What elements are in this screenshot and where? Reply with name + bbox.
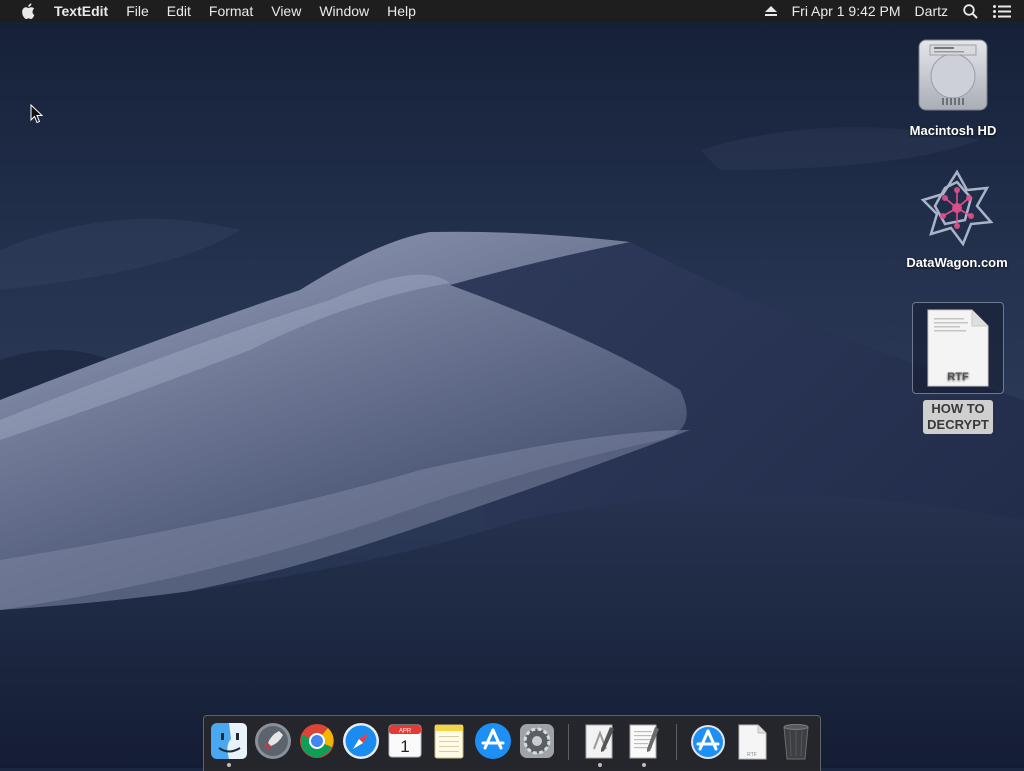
dock-finder[interactable] xyxy=(209,721,249,761)
apple-menu-icon[interactable] xyxy=(18,0,38,22)
dock-launchpad[interactable] xyxy=(253,721,293,761)
dock-rtf-file[interactable]: RTF xyxy=(732,721,772,761)
calendar-icon: APR 1 xyxy=(388,724,422,758)
running-indicator xyxy=(227,763,231,767)
notes-icon xyxy=(434,724,464,759)
desktop-icon-how-to-decrypt[interactable]: RTF HOW TO DECRYPT xyxy=(910,302,1006,434)
safari-icon xyxy=(343,723,379,759)
chrome-icon xyxy=(300,724,334,758)
eject-icon[interactable] xyxy=(764,0,778,22)
trash-icon xyxy=(783,724,809,760)
menu-app-name[interactable]: TextEdit xyxy=(44,0,117,22)
dock-textedit[interactable] xyxy=(624,721,664,761)
rtf-file-badge: RTF xyxy=(747,752,757,758)
desktop-icon-label: DataWagon.com xyxy=(906,255,1008,270)
dock-safari[interactable] xyxy=(341,721,381,761)
script-editor-icon xyxy=(585,724,614,759)
calendar-day: 1 xyxy=(400,737,409,756)
dock: APR 1 RTF xyxy=(203,715,821,771)
mouse-pointer-icon xyxy=(30,104,44,124)
menu-view[interactable]: View xyxy=(262,0,310,22)
dock-separator xyxy=(676,724,677,760)
rtf-document-icon: RTF xyxy=(927,309,989,387)
menu-window[interactable]: Window xyxy=(310,0,378,22)
running-indicator xyxy=(598,763,602,767)
finder-icon xyxy=(211,723,247,759)
app-store-icon xyxy=(475,723,511,759)
desktop-icon-datawagon[interactable]: DataWagon.com xyxy=(897,168,1017,270)
desktop-wallpaper xyxy=(0,0,1024,768)
applications-folder-icon xyxy=(691,725,725,759)
menubar-clock[interactable]: Fri Apr 1 9:42 PM xyxy=(792,3,901,19)
notification-center-icon[interactable] xyxy=(992,0,1012,22)
menu-edit[interactable]: Edit xyxy=(158,0,200,22)
textedit-icon xyxy=(629,724,659,759)
dock-trash[interactable] xyxy=(776,721,816,761)
calendar-month: APR xyxy=(399,729,412,735)
rtf-file-icon: RTF xyxy=(738,724,767,760)
dock-applications[interactable] xyxy=(688,721,728,761)
running-indicator xyxy=(642,763,646,767)
rtf-badge: RTF xyxy=(947,371,969,383)
dock-calendar[interactable]: APR 1 xyxy=(385,721,425,761)
desktop-icon-macintosh-hd[interactable]: Macintosh HD xyxy=(897,36,1009,138)
desktop-icon-label: HOW TO DECRYPT xyxy=(923,400,993,434)
dock-script-editor[interactable] xyxy=(580,721,620,761)
desktop-icon-label: Macintosh HD xyxy=(909,123,997,138)
selection-highlight: RTF xyxy=(912,302,1004,394)
hard-drive-icon xyxy=(918,39,988,111)
dock-separator xyxy=(568,724,569,760)
system-preferences-icon xyxy=(520,724,554,758)
menubar-user[interactable]: Dartz xyxy=(915,3,948,19)
spotlight-search-icon[interactable] xyxy=(960,0,980,22)
dock-app-store[interactable] xyxy=(473,721,513,761)
dock-chrome[interactable] xyxy=(297,721,337,761)
menu-file[interactable]: File xyxy=(117,0,158,22)
menu-bar: TextEdit File Edit Format View Window He… xyxy=(0,0,1024,22)
dock-system-preferences[interactable] xyxy=(517,721,557,761)
menu-format[interactable]: Format xyxy=(200,0,262,22)
menu-help[interactable]: Help xyxy=(378,0,425,22)
launchpad-icon xyxy=(255,723,291,759)
datawagon-logo-icon xyxy=(920,169,994,247)
dock-notes[interactable] xyxy=(429,721,469,761)
